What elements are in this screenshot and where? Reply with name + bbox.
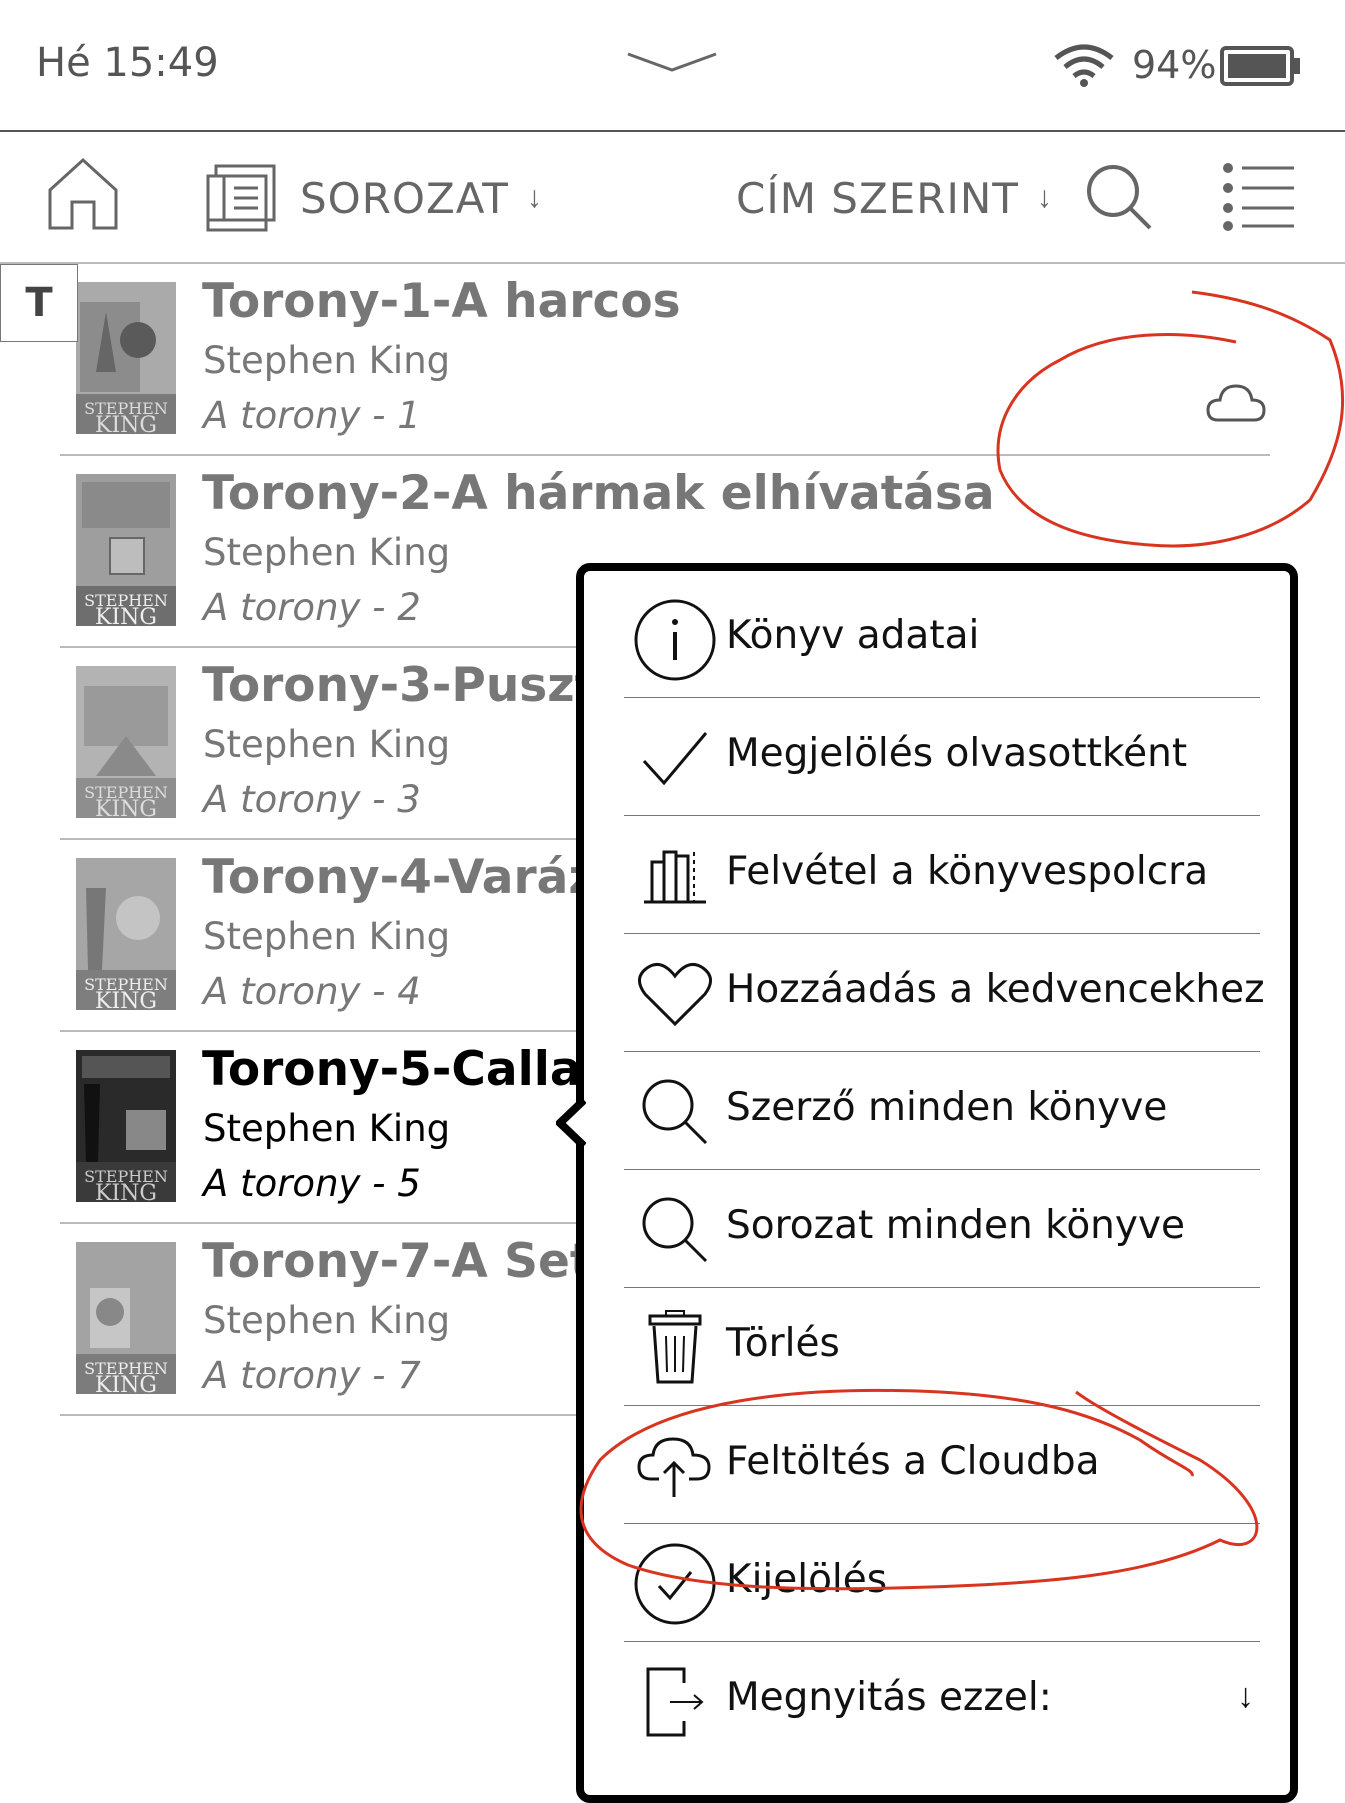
wifi-icon bbox=[1052, 42, 1116, 88]
battery-icon bbox=[1220, 46, 1302, 86]
book-title: Torony-2-A hármak elhívatása bbox=[202, 466, 995, 521]
menu-item-add-favorite[interactable]: Hozzáadás a kedvencekhez bbox=[624, 933, 1265, 1052]
sort-arrow-icon: ↓ bbox=[1036, 181, 1052, 214]
svg-text:KING: KING bbox=[95, 1181, 157, 1202]
menu-item-label: Hozzáadás a kedvencekhez bbox=[726, 967, 1265, 1012]
cloud-upload-icon bbox=[632, 1423, 718, 1509]
trash-icon bbox=[632, 1305, 718, 1391]
submenu-arrow-icon: ↓ bbox=[1237, 1677, 1254, 1715]
book-cover: STEPHEN KING bbox=[76, 666, 176, 818]
svg-text:KING: KING bbox=[95, 797, 157, 818]
home-icon[interactable] bbox=[46, 156, 120, 232]
book-cover: STEPHEN KING bbox=[76, 1050, 176, 1202]
menu-item-label: Feltöltés a Cloudba bbox=[726, 1439, 1100, 1484]
book-series: A torony - 2 bbox=[203, 586, 421, 629]
book-cover: STEPHEN KING bbox=[76, 282, 176, 434]
menu-item-label: Könyv adatai bbox=[726, 613, 980, 658]
menu-list-icon[interactable] bbox=[1222, 162, 1296, 232]
book-author: Stephen King bbox=[203, 339, 451, 382]
svg-text:KING: KING bbox=[95, 1373, 157, 1394]
book-cover: STEPHEN KING bbox=[76, 858, 176, 1010]
book-series: A torony - 1 bbox=[203, 394, 421, 437]
book-series: A torony - 7 bbox=[203, 1354, 421, 1397]
pull-down-chevron-icon[interactable] bbox=[626, 50, 718, 74]
sort-label: CÍM SZERINT bbox=[736, 173, 1019, 223]
check-circle-icon bbox=[632, 1541, 718, 1627]
series-filter-button[interactable]: SOROZAT ↓ bbox=[204, 160, 542, 236]
menu-item-book-info[interactable]: Könyv adatai bbox=[624, 579, 1260, 698]
book-series: A torony - 5 bbox=[203, 1162, 421, 1205]
book-author: Stephen King bbox=[203, 723, 451, 766]
book-cover: STEPHEN KING bbox=[76, 1242, 176, 1394]
sort-arrow-icon: ↓ bbox=[526, 181, 542, 214]
book-title: Torony-7-A Seté bbox=[202, 1234, 625, 1289]
book-title: Torony-5-Callai bbox=[202, 1042, 598, 1097]
book-author: Stephen King bbox=[203, 1299, 451, 1342]
book-author: Stephen King bbox=[203, 1107, 451, 1150]
menu-item-author-books[interactable]: Szerző minden könyve bbox=[624, 1051, 1260, 1170]
menu-item-select[interactable]: Kijelölés bbox=[624, 1523, 1260, 1642]
info-icon bbox=[632, 597, 718, 683]
book-cover: STEPHEN KING bbox=[76, 474, 176, 626]
menu-item-label: Megnyitás ezzel: bbox=[726, 1675, 1052, 1720]
menu-item-delete[interactable]: Törlés bbox=[624, 1287, 1260, 1406]
menu-item-add-to-shelf[interactable]: Felvétel a könyvespolcra bbox=[624, 815, 1260, 934]
search-icon bbox=[632, 1069, 718, 1155]
menu-item-label: Felvétel a könyvespolcra bbox=[726, 849, 1209, 894]
checkmark-icon bbox=[632, 715, 718, 801]
library-icon bbox=[204, 162, 278, 234]
sort-button[interactable]: CÍM SZERINT ↓ bbox=[736, 160, 1052, 236]
book-series: A torony - 4 bbox=[203, 970, 421, 1013]
menu-item-series-books[interactable]: Sorozat minden könyve bbox=[624, 1169, 1260, 1288]
book-series: A torony - 3 bbox=[203, 778, 421, 821]
book-author: Stephen King bbox=[203, 915, 451, 958]
menu-item-open-with[interactable]: Megnyitás ezzel: ↓ bbox=[624, 1641, 1260, 1759]
search-icon bbox=[632, 1187, 718, 1273]
series-filter-label: SOROZAT bbox=[300, 173, 509, 223]
menu-item-upload-cloud[interactable]: Feltöltés a Cloudba bbox=[624, 1405, 1260, 1524]
book-author: Stephen King bbox=[203, 531, 451, 574]
context-menu: Könyv adatai Megjelölés olvasottként Fel… bbox=[576, 563, 1298, 1803]
svg-text:KING: KING bbox=[95, 605, 157, 626]
svg-text:KING: KING bbox=[95, 413, 157, 434]
book-title: Torony-3-Puszta bbox=[202, 658, 629, 713]
bookshelf-icon bbox=[632, 833, 718, 919]
book-title: Torony-4-Varázs bbox=[202, 850, 624, 905]
svg-text:KING: KING bbox=[95, 989, 157, 1010]
menu-item-mark-read[interactable]: Megjelölés olvasottként bbox=[624, 697, 1260, 816]
menu-item-label: Kijelölés bbox=[726, 1557, 888, 1602]
search-icon[interactable] bbox=[1084, 162, 1154, 232]
heart-icon bbox=[632, 951, 718, 1037]
status-bar: Hé 15:49 94% bbox=[0, 0, 1345, 132]
book-row[interactable]: STEPHEN KING Torony-1-A harcos Stephen K… bbox=[60, 264, 1270, 456]
menu-item-label: Sorozat minden könyve bbox=[726, 1203, 1186, 1248]
alphabet-letter-badge[interactable]: T bbox=[0, 264, 78, 342]
menu-item-label: Törlés bbox=[726, 1321, 840, 1366]
menu-item-label: Megjelölés olvasottként bbox=[726, 731, 1188, 776]
menu-item-label: Szerző minden könyve bbox=[726, 1085, 1168, 1130]
open-with-icon bbox=[632, 1659, 718, 1745]
toolbar: SOROZAT ↓ CÍM SZERINT ↓ bbox=[0, 132, 1345, 264]
cloud-icon bbox=[1206, 382, 1266, 424]
popup-pointer bbox=[556, 1098, 586, 1148]
status-time: Hé 15:49 bbox=[36, 40, 219, 86]
battery-percent: 94% bbox=[1132, 43, 1217, 87]
book-title: Torony-1-A harcos bbox=[202, 274, 681, 329]
